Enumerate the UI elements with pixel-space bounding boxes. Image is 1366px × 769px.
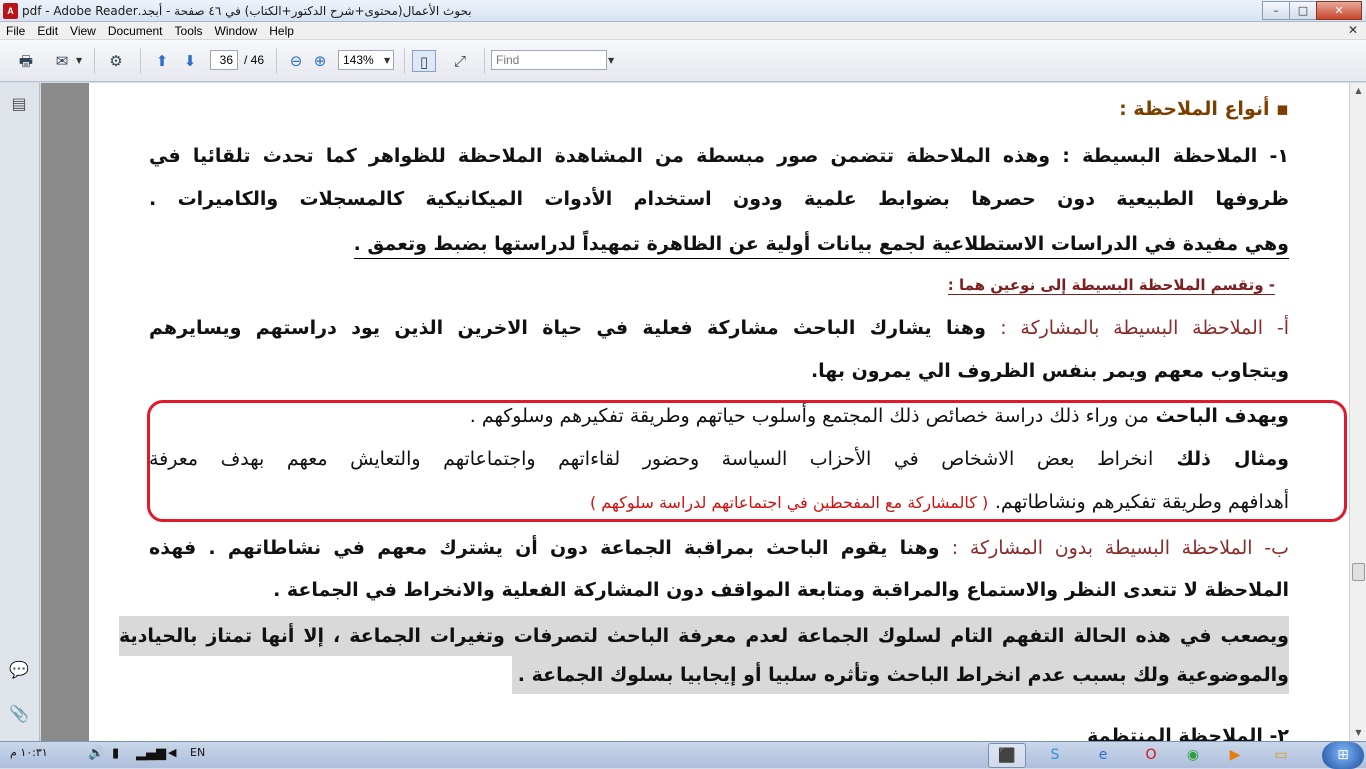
zoom-in-icon[interactable]: ⊕ xyxy=(308,50,332,72)
taskbar: ١٠:٣١ م 🔊 ▮ ▂▄▆ ◀ EN ⬛ S e O ◉ ▶ ▭ ⊞ xyxy=(0,741,1366,769)
doc-line-3: وهي مفيدة في الدراسات الاستطلاعية لجمع ب… xyxy=(353,233,1289,259)
media-player-icon[interactable]: ▶ xyxy=(1216,743,1254,768)
menu-document[interactable]: Document xyxy=(102,22,169,40)
page-total-label: / 46 xyxy=(244,53,265,67)
doc-line-1: ١- الملاحظة البسيطة : وهذه الملاحظة تتضم… xyxy=(149,145,1289,167)
doc-line-9: أهدافهم وطريقة تفكيرهم ونشاطاتهم. ( كالم… xyxy=(590,491,1289,513)
toolbar-separator xyxy=(484,48,485,74)
title-bar: A بحوث الأعمال(محتوى+شرح الدكتور+الكتاب)… xyxy=(0,0,1366,22)
zoom-out-icon[interactable]: ⊖ xyxy=(284,50,308,72)
network-icon[interactable]: ▂▄▆ xyxy=(136,746,166,761)
vertical-scrollbar[interactable]: ▲ ▼ xyxy=(1349,83,1366,741)
doc-term-example: ومثال ذلك xyxy=(1176,448,1289,470)
doc-subtype-without-participation: ب- الملاحظة البسيطة بدون المشاركة : xyxy=(951,537,1289,559)
adobe-reader-task-icon[interactable]: ⬛ xyxy=(988,743,1026,768)
doc-note-red: ( كالمشاركة مع المفحطين في اجتماعاتهم لد… xyxy=(589,493,989,512)
printer-icon[interactable]: 🖶 xyxy=(14,50,38,72)
doc-line-7: ويهدف الباحث من وراء ذلك دراسة خصائص ذلك… xyxy=(470,405,1289,427)
menu-edit[interactable]: Edit xyxy=(31,22,64,40)
fit-width-icon[interactable]: ⤢ xyxy=(448,50,472,72)
battery-icon[interactable]: ▮ xyxy=(112,746,119,761)
scroll-up-icon[interactable]: ▲ xyxy=(1352,84,1365,98)
doc-text: انخراط بعض الاشخاص في الأحزاب السياسة وح… xyxy=(149,448,1154,470)
chevron-down-icon[interactable]: ▼ xyxy=(76,56,82,65)
doc-subtype-with-participation: أ- الملاحظة البسيطة بالمشاركة : xyxy=(1000,317,1289,339)
doc-line-11: الملاحظة لا تتعدى النظر والاستماع والمرا… xyxy=(273,579,1289,601)
menu-window[interactable]: Window xyxy=(209,22,264,40)
doc-line-6: ويتجاوب معهم ويمر بنفس الظروف الي يمرون … xyxy=(810,360,1289,382)
arrow-down-icon[interactable]: ⬇ xyxy=(178,50,202,72)
toolbar-separator xyxy=(404,48,405,74)
menu-help[interactable]: Help xyxy=(263,22,300,40)
scroll-thumb[interactable] xyxy=(1352,563,1365,581)
collaborate-icon[interactable]: ⚙ xyxy=(104,50,128,72)
doc-term-aim: ويهدف الباحث xyxy=(1155,405,1290,427)
window-title: بحوث الأعمال(محتوى+شرح الدكتور+الكتاب) ف… xyxy=(22,4,472,18)
paperclip-icon[interactable]: 📎 xyxy=(8,703,30,725)
navigation-panel: ▤ 💬 📎 xyxy=(0,83,40,741)
fit-page-icon[interactable]: ▯ xyxy=(412,50,436,72)
doc-line-14: ٢- الملاحظة المنتظمة xyxy=(1087,725,1289,741)
menu-view[interactable]: View xyxy=(64,22,102,40)
menu-file[interactable]: File xyxy=(0,22,31,40)
page-number-input[interactable]: 36 xyxy=(210,50,238,70)
skype-icon[interactable]: S xyxy=(1036,743,1074,768)
doc-text: وهنا يشارك الباحث مشاركة فعلية في حياة ا… xyxy=(149,317,986,339)
doc-line-12: ويصعب في هذه الحالة التفهم التام لسلوك ا… xyxy=(119,616,1289,656)
volume-icon[interactable]: 🔊 xyxy=(88,746,104,761)
toolbar-separator xyxy=(140,48,141,74)
doc-line-2: ظروفها الطبيعية دون حصرها بضوابط علمية و… xyxy=(149,188,1289,210)
pdf-page: ▪ أنواع الملاحظة : ١- الملاحظة البسيطة :… xyxy=(89,83,1349,741)
document-view[interactable]: ▪ أنواع الملاحظة : ١- الملاحظة البسيطة :… xyxy=(41,83,1349,741)
comments-icon[interactable]: 💬 xyxy=(8,659,30,681)
pages-icon[interactable]: ▤ xyxy=(8,93,30,115)
doc-text: من وراء ذلك دراسة خصائص ذلك المجتمع وأسل… xyxy=(469,405,1149,427)
toolbar-separator xyxy=(276,48,277,74)
start-button[interactable]: ⊞ xyxy=(1322,742,1364,769)
document-close-icon[interactable]: ✕ xyxy=(1348,23,1358,37)
file-explorer-icon[interactable]: ▭ xyxy=(1262,743,1300,768)
language-indicator[interactable]: EN xyxy=(190,746,205,759)
clock[interactable]: ١٠:٣١ م xyxy=(10,746,48,759)
chrome-icon[interactable]: ◉ xyxy=(1174,743,1212,768)
doc-line-4: - وتقسم الملاحظة البسيطة إلى نوعين هما : xyxy=(947,276,1275,295)
doc-line-10: ب- الملاحظة البسيطة بدون المشاركة : وهنا… xyxy=(149,537,1289,559)
doc-heading: ▪ أنواع الملاحظة : xyxy=(1119,98,1289,120)
minimize-button[interactable]: – xyxy=(1262,1,1290,20)
maximize-button[interactable]: □ xyxy=(1289,1,1317,20)
doc-text: : وهذه الملاحظة تتضمن صور مبسطة من المشا… xyxy=(149,145,1070,167)
find-input[interactable]: Find xyxy=(491,50,607,70)
menu-tools[interactable]: Tools xyxy=(169,22,209,40)
window-controls: – □ ✕ xyxy=(1262,1,1362,20)
chevron-down-icon[interactable]: ▼ xyxy=(608,56,614,65)
scroll-down-icon[interactable]: ▼ xyxy=(1352,726,1365,740)
opera-icon[interactable]: O xyxy=(1132,743,1170,768)
toolbar-separator xyxy=(94,48,95,74)
doc-text: وهنا يقوم الباحث بمراقبة الجماعة دون أن … xyxy=(149,537,940,559)
doc-term-simple-observation: ١- الملاحظة البسيطة xyxy=(1082,145,1289,167)
toolbar: 🖶 ✉ ▼ ⚙ ⬆ ⬇ 36 / 46 ⊖ ⊕ 143% ▼ ▯ ⤢ Find … xyxy=(0,40,1366,82)
menu-bar: File Edit View Document Tools Window Hel… xyxy=(0,22,1366,40)
doc-line-13: والموضوعية ولك بسبب عدم انخراط الباحث وت… xyxy=(511,656,1289,694)
chevron-down-icon[interactable]: ▼ xyxy=(384,56,390,65)
doc-line-5: أ- الملاحظة البسيطة بالمشاركة : وهنا يشا… xyxy=(149,317,1289,339)
show-hidden-icons[interactable]: ◀ xyxy=(168,746,176,759)
doc-line-8: ومثال ذلك انخراط بعض الاشخاص في الأحزاب … xyxy=(149,448,1289,470)
doc-text: أهدافهم وطريقة تفكيرهم ونشاطاتهم. xyxy=(994,491,1289,513)
arrow-up-icon[interactable]: ⬆ xyxy=(150,50,174,72)
internet-explorer-icon[interactable]: e xyxy=(1084,743,1122,768)
email-icon[interactable]: ✉ xyxy=(50,50,74,72)
close-button[interactable]: ✕ xyxy=(1316,1,1362,20)
